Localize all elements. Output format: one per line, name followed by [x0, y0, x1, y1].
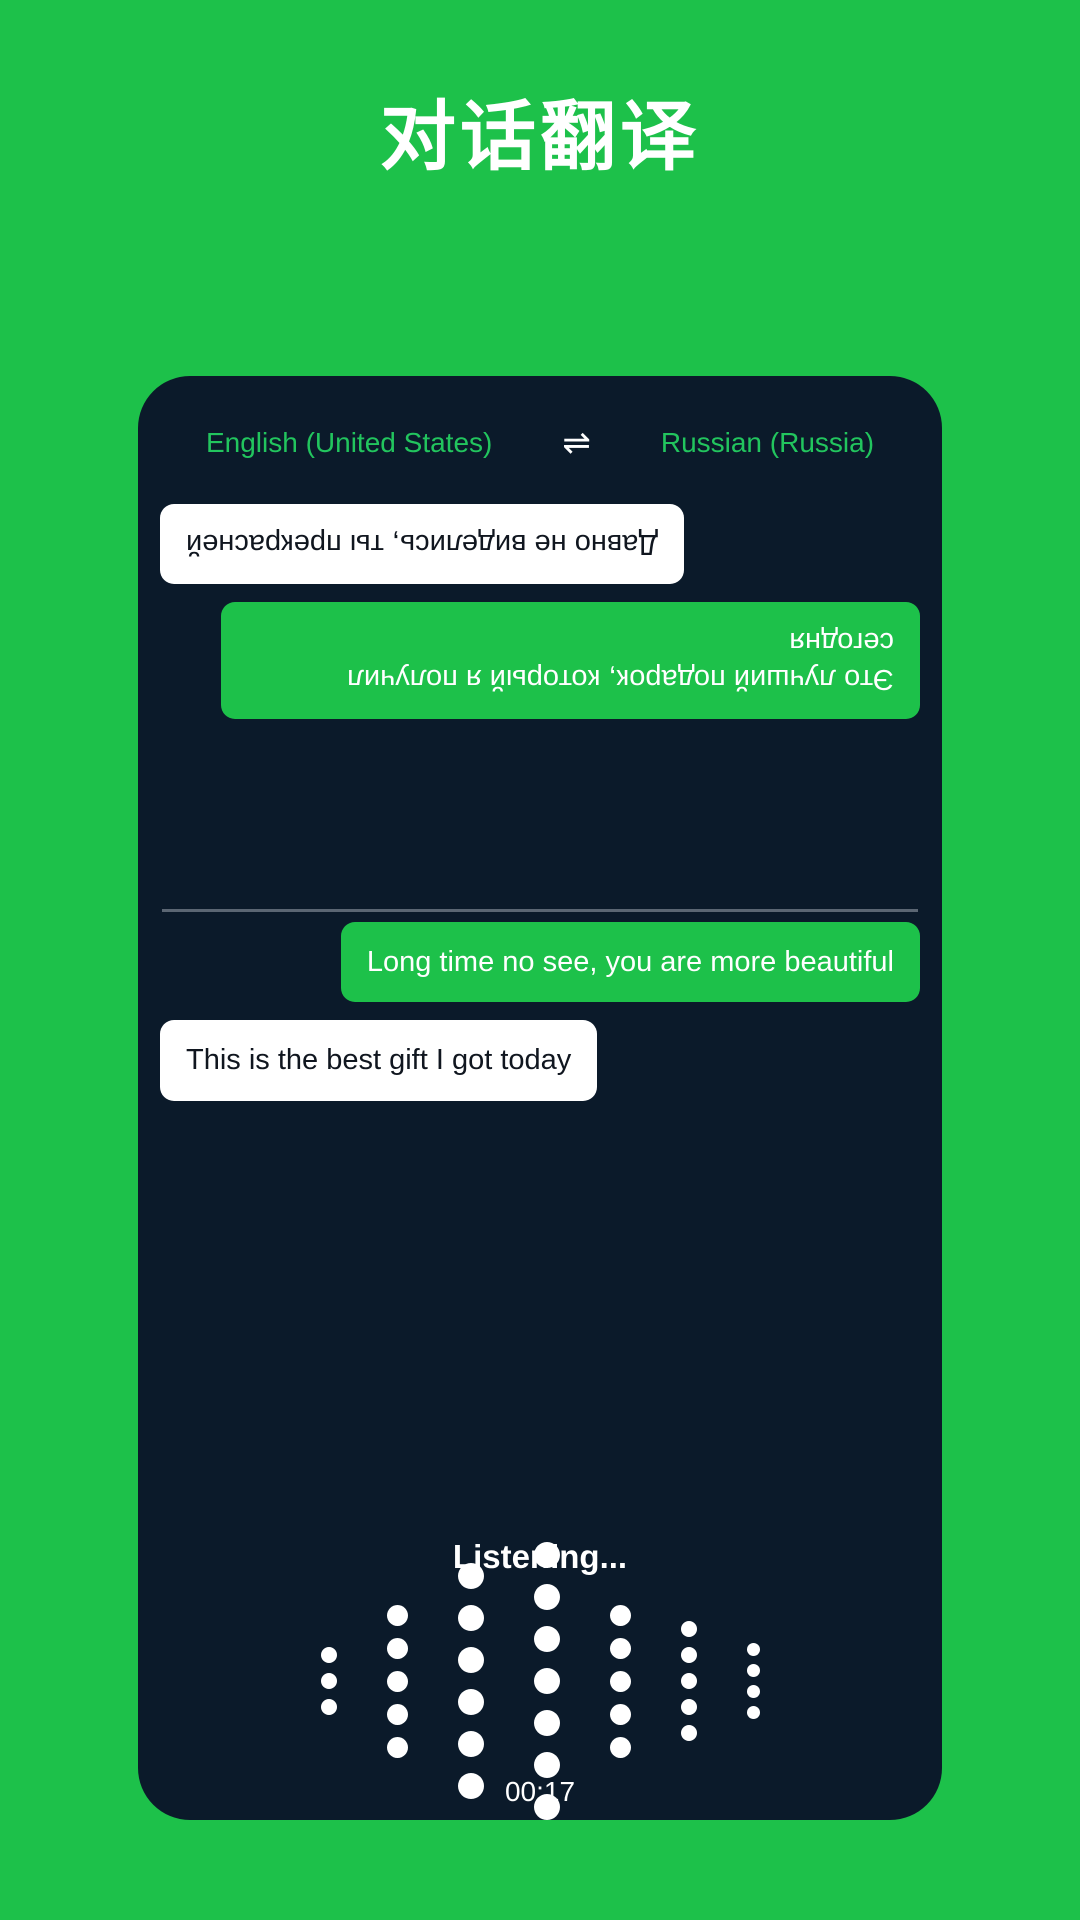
waveform-dot [609, 1736, 631, 1758]
waveform-dot [533, 1626, 560, 1652]
phone-screen: English (United States) ⇌ Russian (Russi… [138, 376, 942, 1820]
message-bubble-translated[interactable]: Это лучший подарок, который я получил се… [220, 602, 920, 719]
waveform-dot [533, 1752, 560, 1778]
waveform-dot [386, 1604, 408, 1626]
waveform-dot [386, 1670, 408, 1692]
waveform-dot [320, 1673, 337, 1689]
source-language-selector[interactable]: English (United States) [206, 427, 492, 459]
waveform-dot [533, 1542, 560, 1568]
message-bubble-translated[interactable]: Давно не виделись, ты прекрасней [160, 504, 685, 585]
waveform-dot [609, 1637, 631, 1659]
page-title: 对话翻译 [380, 95, 700, 180]
waveform-dot [746, 1685, 760, 1698]
waveform-dot [533, 1584, 560, 1610]
waveform-dot [457, 1689, 484, 1715]
waveform-column [320, 1642, 337, 1720]
conversation-pane-bottom: Long time no see, you are more beautiful… [138, 922, 942, 1192]
waveform-dot [386, 1637, 408, 1659]
message-row: This is the best gift I got today [160, 1020, 920, 1101]
waveform-dot [457, 1563, 484, 1589]
waveform-column [746, 1639, 760, 1723]
target-language-selector[interactable]: Russian (Russia) [661, 427, 874, 459]
waveform-dot [457, 1647, 484, 1673]
waveform-dot [680, 1647, 697, 1663]
message-bubble-source[interactable]: Long time no see, you are more beautiful [340, 922, 920, 1003]
message-row: Long time no see, you are more beautiful [160, 922, 920, 1003]
pane-divider [162, 909, 918, 912]
message-row: Это лучший подарок, который я получил се… [160, 602, 920, 719]
waveform-column [680, 1616, 697, 1746]
message-row: Давно не виделись, ты прекрасней [160, 504, 920, 585]
waveform-dot [457, 1731, 484, 1757]
waveform-column [609, 1599, 631, 1764]
waveform-dot [609, 1703, 631, 1725]
waveform-dot [386, 1703, 408, 1725]
waveform-dot [746, 1643, 760, 1656]
waveform-column [386, 1599, 408, 1764]
waveform-dot [533, 1710, 560, 1736]
audio-waveform [138, 1542, 942, 1820]
waveform-dot [680, 1699, 697, 1715]
waveform-dot [386, 1736, 408, 1758]
waveform-dot [680, 1673, 697, 1689]
waveform-dot [320, 1699, 337, 1715]
waveform-column [457, 1555, 484, 1807]
language-bar: English (United States) ⇌ Russian (Russi… [138, 426, 942, 460]
waveform-dot [746, 1706, 760, 1719]
waveform-dot [746, 1664, 760, 1677]
swap-horizontal-icon[interactable]: ⇌ [562, 426, 591, 460]
waveform-dot [457, 1605, 484, 1631]
waveform-dot [609, 1670, 631, 1692]
waveform-dot [680, 1621, 697, 1637]
waveform-dot [609, 1604, 631, 1626]
message-bubble-source[interactable]: This is the best gift I got today [160, 1020, 598, 1101]
recording-timer: 00:17 [504, 1776, 576, 1807]
waveform-dot [533, 1668, 560, 1694]
conversation-pane-top: Это лучший подарок, который я получил се… [138, 486, 942, 906]
waveform-dot [320, 1647, 337, 1663]
waveform-dot [680, 1725, 697, 1741]
